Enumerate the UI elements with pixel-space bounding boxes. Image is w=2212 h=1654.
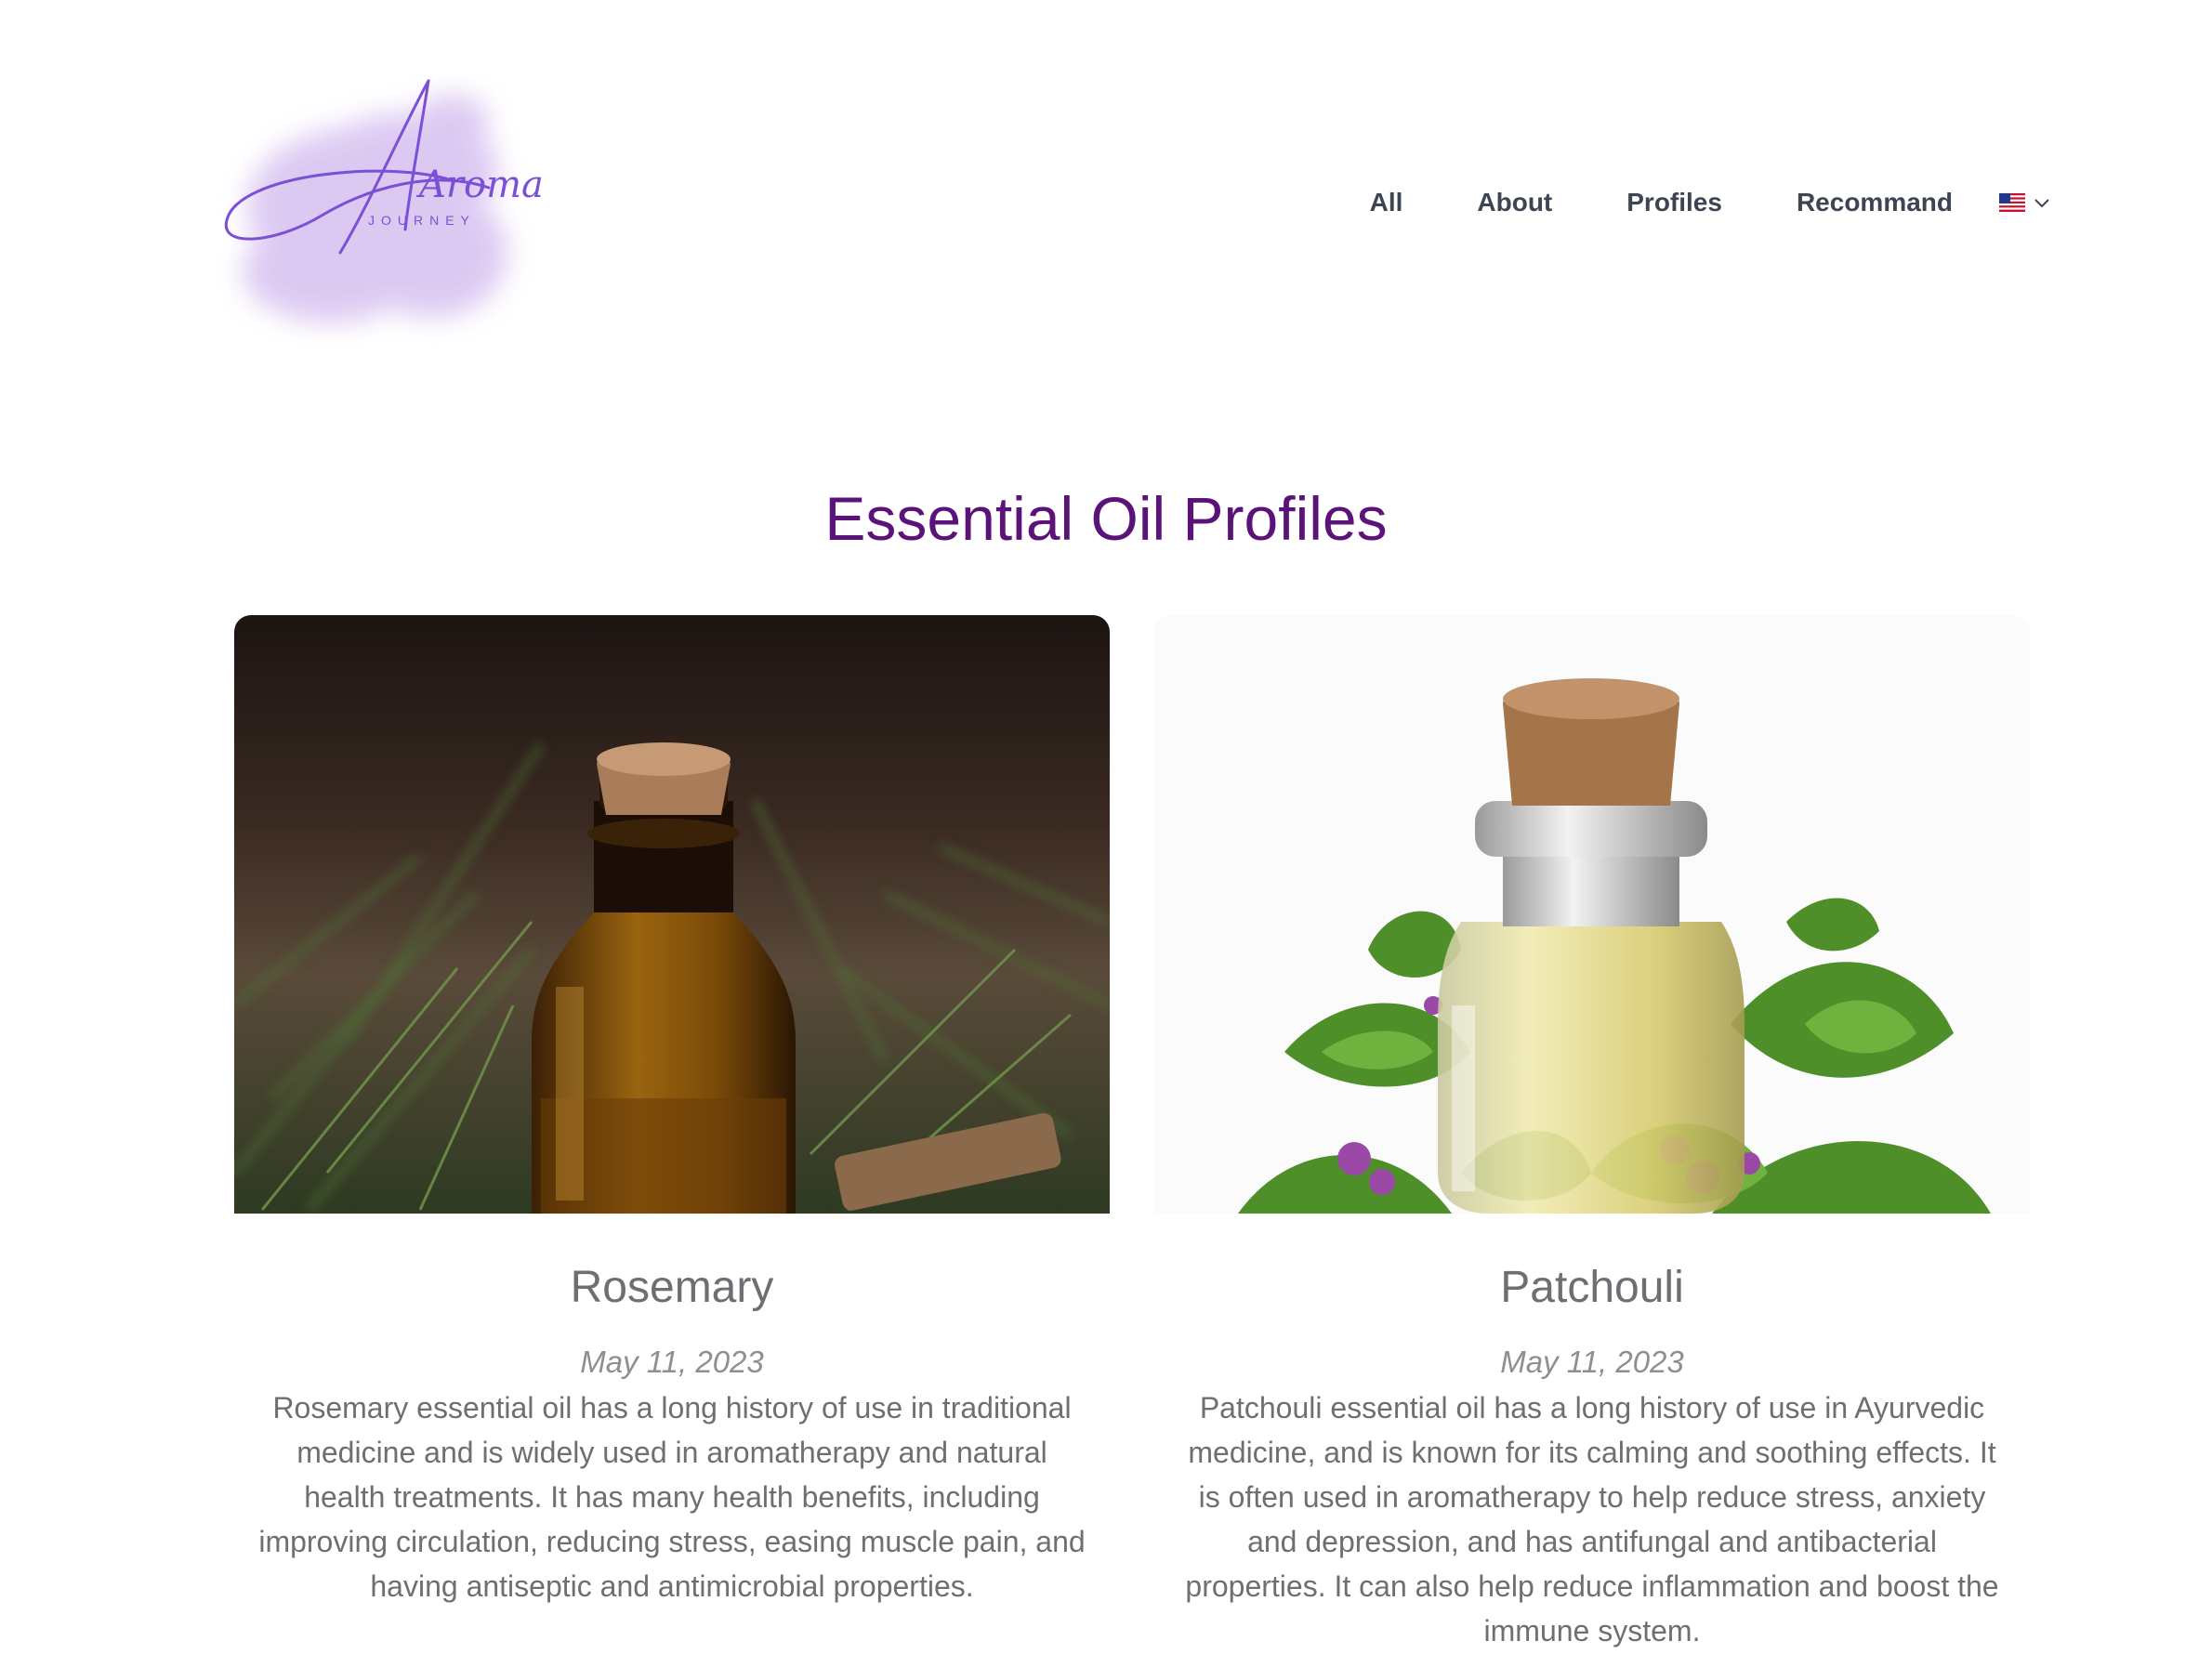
- rosemary-oil-photo: [234, 615, 1110, 1214]
- profile-date: May 11, 2023: [580, 1345, 764, 1379]
- profile-description: Patchouli essential oil has a long histo…: [1185, 1391, 1999, 1647]
- patchouli-oil-photo: [1154, 615, 2030, 1214]
- profile-card-rosemary: Rosemary May 11, 2023 Rosemary essential…: [234, 615, 1110, 1608]
- main-nav: All About Profiles Recommand: [1370, 188, 2051, 217]
- site-logo[interactable]: Aroma JOURNEY: [219, 67, 554, 374]
- profile-description: Rosemary essential oil has a long histor…: [258, 1391, 1086, 1603]
- profile-card-patchouli: Patchouli May 11, 2023 Patchouli essenti…: [1154, 615, 2030, 1653]
- us-flag-icon: [1999, 193, 2025, 212]
- logo-word: Aroma: [415, 164, 544, 206]
- profile-title[interactable]: Patchouli: [1154, 1262, 2030, 1313]
- patchouli-image[interactable]: [1154, 615, 2030, 1214]
- page-title: Essential Oil Profiles: [824, 484, 1388, 553]
- nav-profiles[interactable]: Profiles: [1626, 188, 1722, 217]
- logo-sub: JOURNEY: [368, 213, 476, 228]
- language-selector[interactable]: [1999, 193, 2051, 212]
- profile-date: May 11, 2023: [1500, 1345, 1684, 1379]
- nav-recommand[interactable]: Recommand: [1797, 188, 1953, 217]
- chevron-down-icon: [2034, 199, 2049, 208]
- aroma-journey-logo: Aroma JOURNEY: [224, 79, 544, 322]
- nav-all[interactable]: All: [1370, 188, 1403, 217]
- rosemary-image[interactable]: [234, 615, 1110, 1214]
- nav-about[interactable]: About: [1477, 188, 1552, 217]
- profile-title[interactable]: Rosemary: [234, 1262, 1110, 1313]
